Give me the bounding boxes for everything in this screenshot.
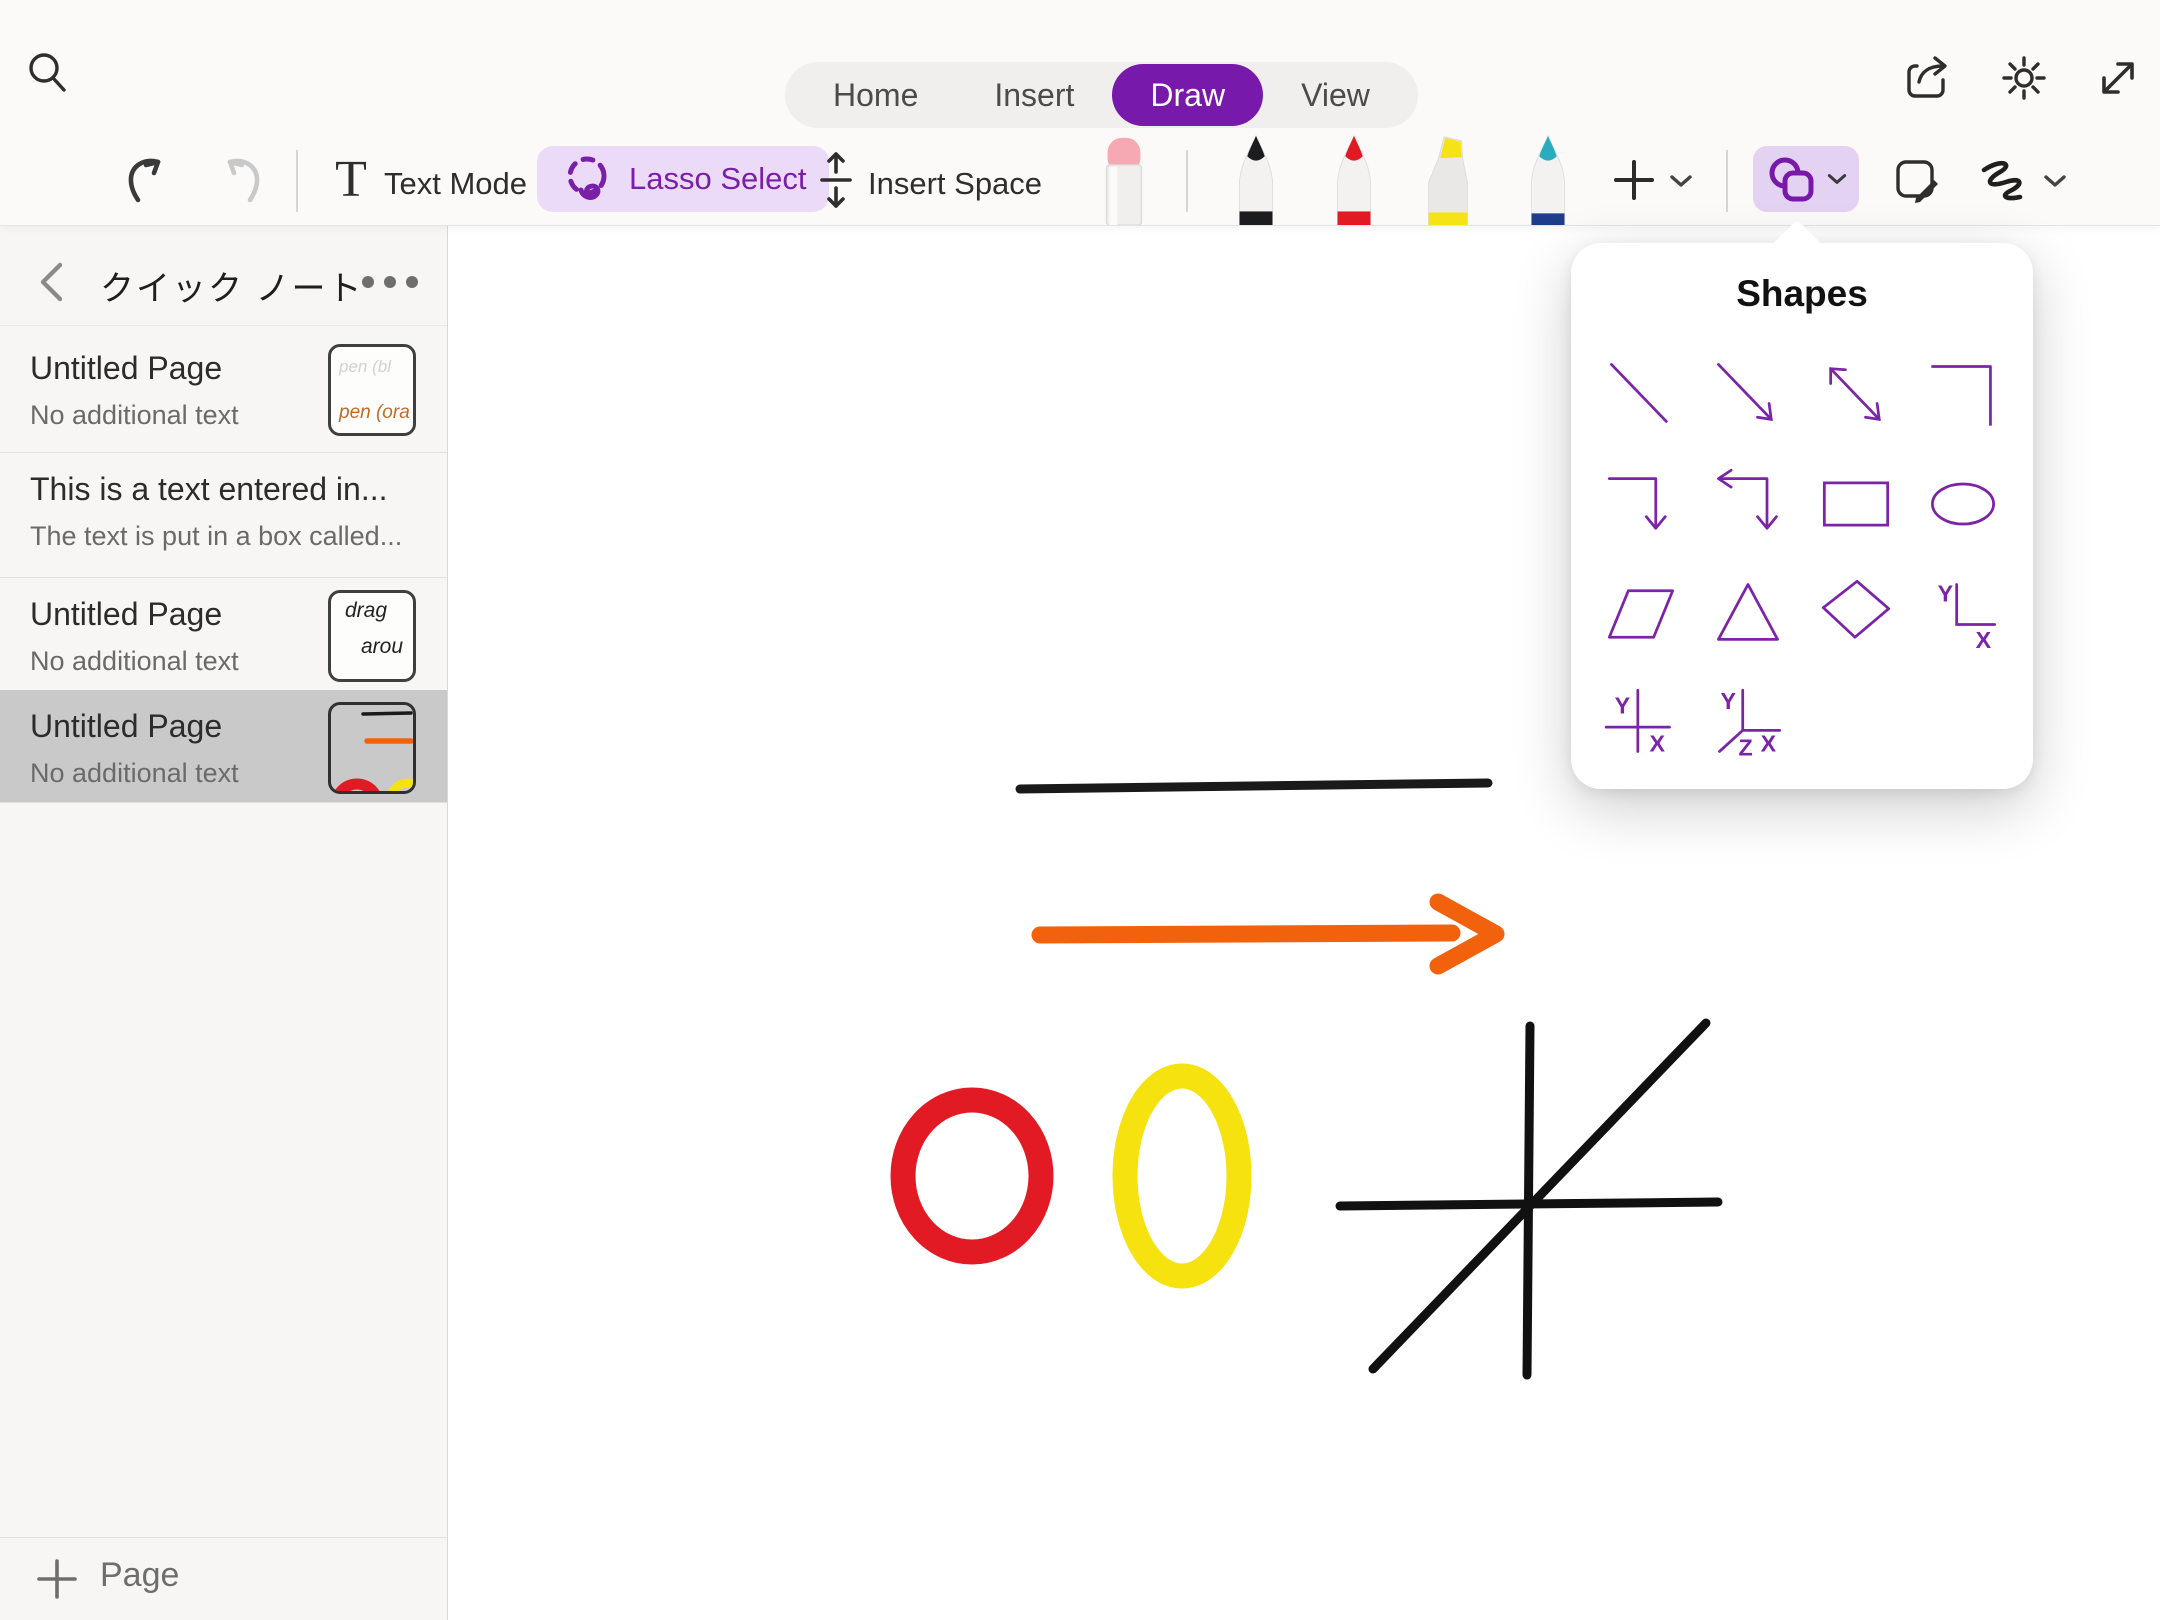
shape-corner-line-option[interactable] xyxy=(1915,346,2011,442)
lasso-select-button[interactable]: Lasso Select xyxy=(537,146,829,212)
svg-text:Z: Z xyxy=(1739,735,1753,761)
page-title: This is a text entered in... xyxy=(30,471,388,508)
tab-draw[interactable]: Draw xyxy=(1112,64,1263,126)
red-pen-tool[interactable] xyxy=(1326,132,1382,225)
svg-text:T: T xyxy=(335,152,367,208)
ink-red-circle xyxy=(903,1100,1041,1252)
eraser-tool[interactable] xyxy=(1096,132,1152,225)
notebook-title[interactable]: クイック ノート xyxy=(100,261,363,310)
scribble-icon[interactable] xyxy=(1976,156,2034,208)
page-title: Untitled Page xyxy=(30,596,222,633)
insert-space-icon[interactable] xyxy=(812,150,860,210)
page-list-item[interactable]: Untitled Page No additional text drag ar… xyxy=(0,578,447,690)
plus-icon xyxy=(34,1556,80,1602)
tab-insert[interactable]: Insert xyxy=(956,64,1112,126)
svg-text:X: X xyxy=(1761,730,1777,756)
gear-icon[interactable] xyxy=(1998,52,2050,104)
shapes-button[interactable] xyxy=(1753,146,1859,212)
black-pen-tool[interactable] xyxy=(1228,132,1284,225)
yellow-highlighter-tool[interactable] xyxy=(1418,132,1474,225)
toolbar-divider xyxy=(1186,150,1188,212)
svg-text:Y: Y xyxy=(1938,580,1954,606)
page-list-item[interactable]: This is a text entered in... The text is… xyxy=(0,453,447,577)
shape-double-arrow-option[interactable] xyxy=(1808,346,1904,442)
ink-black-line xyxy=(1020,783,1488,789)
ink-yellow-ellipse xyxy=(1125,1076,1239,1276)
shape-arrow-option[interactable] xyxy=(1700,346,1796,442)
shapes-popover-title: Shapes xyxy=(1571,273,2033,315)
ellipsis-icon[interactable] xyxy=(358,271,422,293)
shape-axes-3d-option[interactable]: Y Z X xyxy=(1700,676,1796,772)
page-thumbnail xyxy=(328,702,416,794)
shape-parallelogram-option[interactable] xyxy=(1593,566,1689,662)
sidebar-header: クイック ノート xyxy=(0,239,447,326)
chevron-down-icon[interactable] xyxy=(2042,172,2068,190)
add-pen-button[interactable] xyxy=(1608,154,1660,206)
tab-home[interactable]: Home xyxy=(795,64,956,126)
add-page-label: Page xyxy=(100,1556,179,1595)
undo-icon[interactable] xyxy=(118,152,174,208)
shape-diamond-option[interactable] xyxy=(1808,566,1904,662)
page-subtitle: No additional text xyxy=(30,400,239,431)
shapes-grid: Y X Y X Y Z X xyxy=(1587,339,2017,779)
note-pencil-icon[interactable] xyxy=(1890,154,1944,208)
chevron-down-icon[interactable] xyxy=(1668,172,1694,190)
top-toolbar: Home Insert Draw View xyxy=(0,0,2160,226)
shapes-popover: Shapes xyxy=(1571,243,2033,789)
chevron-left-icon[interactable] xyxy=(34,259,68,305)
page-list-item-selected[interactable]: Untitled Page No additional text xyxy=(0,690,447,802)
shape-axes-quadrant-option[interactable]: Y X xyxy=(1915,566,2011,662)
page-thumbnail: drag arou xyxy=(328,590,416,682)
shape-rectangle-option[interactable] xyxy=(1808,456,1904,552)
chevron-down-icon xyxy=(1826,171,1848,187)
page-title: Untitled Page xyxy=(30,708,222,745)
toolbar-divider xyxy=(296,150,298,212)
redo-icon xyxy=(214,152,270,208)
page-subtitle: The text is put in a box called... xyxy=(30,521,402,552)
page-thumbnail: pen (bl pen (ora xyxy=(328,344,416,436)
expand-icon[interactable] xyxy=(2092,52,2144,104)
svg-text:X: X xyxy=(1649,730,1665,756)
svg-text:Y: Y xyxy=(1614,692,1630,718)
lasso-select-label: Lasso Select xyxy=(629,161,807,197)
add-page-button[interactable]: Page xyxy=(0,1537,447,1620)
shape-triangle-option[interactable] xyxy=(1700,566,1796,662)
shape-line-option[interactable] xyxy=(1593,346,1689,442)
text-mode-icon[interactable]: T xyxy=(326,152,376,208)
text-mode-label[interactable]: Text Mode xyxy=(384,166,527,202)
ink-orange-arrow xyxy=(1040,902,1496,966)
shape-elbow-arrow-left-down-option[interactable] xyxy=(1700,456,1796,552)
toolbar-divider xyxy=(1726,150,1728,212)
shape-ellipse-option[interactable] xyxy=(1915,456,2011,552)
pages-sidebar: クイック ノート Untitled Page No additional tex… xyxy=(0,225,448,1620)
shape-elbow-arrow-down-option[interactable] xyxy=(1593,456,1689,552)
tab-view[interactable]: View xyxy=(1263,64,1408,126)
svg-text:X: X xyxy=(1976,627,1992,653)
shape-axes-cross-option[interactable]: Y X xyxy=(1593,676,1689,772)
page-title: Untitled Page xyxy=(30,350,222,387)
teal-pen-tool[interactable] xyxy=(1520,132,1576,225)
search-icon[interactable] xyxy=(24,48,72,96)
page-subtitle: No additional text xyxy=(30,758,239,789)
page-subtitle: No additional text xyxy=(30,646,239,677)
ink-axis-diagonal xyxy=(1373,1023,1706,1369)
svg-text:Y: Y xyxy=(1721,688,1737,714)
page-list-item[interactable]: Untitled Page No additional text pen (bl… xyxy=(0,332,447,452)
share-icon[interactable] xyxy=(1903,52,1955,104)
app-window: Home Insert Draw View xyxy=(0,0,2160,1620)
ribbon-tabbar: Home Insert Draw View xyxy=(785,62,1418,128)
insert-space-label[interactable]: Insert Space xyxy=(868,166,1042,202)
